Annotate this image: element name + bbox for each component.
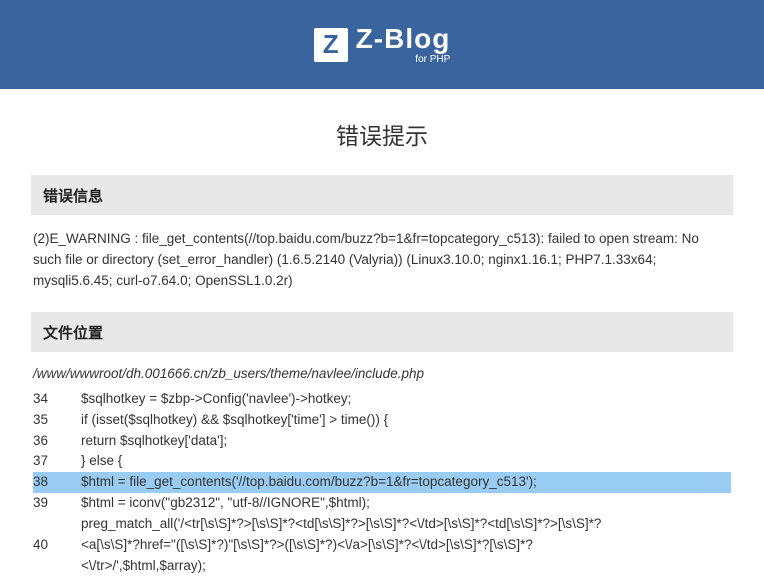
logo-letter: Z bbox=[323, 29, 339, 60]
code-content: } else { bbox=[81, 451, 731, 472]
line-number: 35 bbox=[33, 410, 81, 431]
logo-main-text: Z-Blog bbox=[356, 25, 451, 53]
line-number: 39 bbox=[33, 493, 81, 514]
code-line: 40<a[\s\S]*?href="([\s\S]*?)"[\s\S]*?>([… bbox=[33, 535, 731, 556]
logo: Z Z-Blog for PHP bbox=[314, 25, 451, 65]
line-number bbox=[33, 556, 81, 577]
code-content: <a[\s\S]*?href="([\s\S]*?)"[\s\S]*?>([\s… bbox=[81, 535, 731, 556]
code-content: return $sqlhotkey['data']; bbox=[81, 431, 731, 452]
logo-sub-text: for PHP bbox=[356, 55, 451, 65]
code-line: 35if (isset($sqlhotkey) && $sqlhotkey['t… bbox=[33, 410, 731, 431]
line-number: 40 bbox=[33, 535, 81, 556]
header: Z Z-Blog for PHP bbox=[0, 0, 764, 89]
error-info-body: (2)E_WARNING : file_get_contents(//top.b… bbox=[31, 215, 733, 312]
code-content: <\/tr>/',$html,$array); bbox=[81, 556, 731, 577]
code-content: if (isset($sqlhotkey) && $sqlhotkey['tim… bbox=[81, 410, 731, 431]
logo-text: Z-Blog for PHP bbox=[356, 25, 451, 65]
file-location-body: /www/wwwroot/dh.001666.cn/zb_users/theme… bbox=[31, 352, 733, 577]
page-title: 错误提示 bbox=[31, 89, 733, 175]
file-location-heading: 文件位置 bbox=[31, 312, 733, 352]
code-table: 34$sqlhotkey = $zbp->Config('navlee')->h… bbox=[33, 389, 731, 577]
code-content: $html = file_get_contents('//top.baidu.c… bbox=[81, 472, 731, 493]
line-number: 36 bbox=[33, 431, 81, 452]
code-content: preg_match_all('/<tr[\s\S]*?>[\s\S]*?<td… bbox=[81, 514, 731, 535]
code-line: <\/tr>/',$html,$array); bbox=[33, 556, 731, 577]
line-number: 37 bbox=[33, 451, 81, 472]
code-line: 39$html = iconv("gb2312", "utf-8//IGNORE… bbox=[33, 493, 731, 514]
line-number: 34 bbox=[33, 389, 81, 410]
code-line: 37} else { bbox=[33, 451, 731, 472]
logo-icon: Z bbox=[314, 28, 348, 62]
line-number: 38 bbox=[33, 472, 81, 493]
error-message: (2)E_WARNING : file_get_contents(//top.b… bbox=[33, 231, 699, 288]
code-line: 36return $sqlhotkey['data']; bbox=[33, 431, 731, 452]
content: 错误提示 错误信息 (2)E_WARNING : file_get_conten… bbox=[0, 89, 764, 577]
code-content: $sqlhotkey = $zbp->Config('navlee')->hot… bbox=[81, 389, 731, 410]
error-info-heading: 错误信息 bbox=[31, 175, 733, 215]
code-line: 38$html = file_get_contents('//top.baidu… bbox=[33, 472, 731, 493]
code-line: 34$sqlhotkey = $zbp->Config('navlee')->h… bbox=[33, 389, 731, 410]
code-content: $html = iconv("gb2312", "utf-8//IGNORE",… bbox=[81, 493, 731, 514]
line-number bbox=[33, 514, 81, 535]
file-path: /www/wwwroot/dh.001666.cn/zb_users/theme… bbox=[33, 364, 731, 385]
code-line: preg_match_all('/<tr[\s\S]*?>[\s\S]*?<td… bbox=[33, 514, 731, 535]
